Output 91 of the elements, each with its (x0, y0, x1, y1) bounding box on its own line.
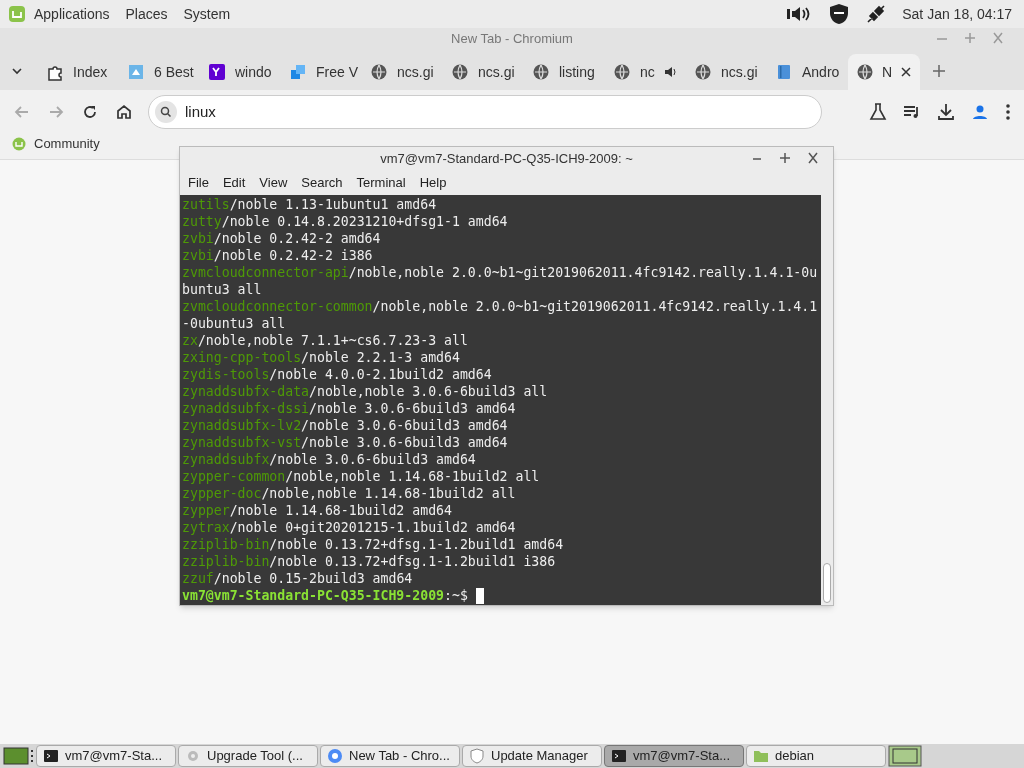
search-icon (155, 101, 177, 123)
browser-tab[interactable]: windo (200, 54, 281, 90)
browser-tab[interactable]: Andro (767, 54, 848, 90)
terminal-line: zvbi/noble 0.2.42-2 i386 (182, 247, 374, 264)
prompt-user-host: vm7@vm7-Standard-PC-Q35-ICH9-2009 (182, 587, 444, 604)
network-plug-icon[interactable] (866, 4, 887, 24)
panel-menu[interactable]: Applications (34, 3, 110, 25)
terminal-line: zynaddsubfx-vst/noble 3.0.6-6build3 amd64 (182, 434, 509, 451)
panel-menu[interactable]: Places (125, 3, 168, 25)
picture-icon (127, 63, 145, 81)
cubes-icon (289, 63, 307, 81)
shield-icon (469, 748, 485, 764)
taskbar-button[interactable]: debian (746, 745, 886, 767)
menu-item[interactable]: Terminal (350, 173, 412, 193)
globe-icon (370, 63, 388, 81)
terminal-icon (43, 748, 59, 764)
globe-icon (532, 63, 550, 81)
terminal-line: zutils/noble 1.13-1ubuntu1 amd64 (182, 196, 438, 213)
terminal-line: zzuf/noble 0.15-2build3 amd64 (182, 570, 414, 587)
globe-icon (694, 63, 712, 81)
terminal-line: zynaddsubfx-lv2/noble 3.0.6-6build3 amd64 (182, 417, 509, 434)
browser-tab[interactable]: ncs.gi (686, 54, 767, 90)
panel-menu[interactable]: System (183, 3, 231, 25)
browser-icon (327, 748, 343, 764)
folder-icon (753, 748, 769, 764)
terminal-line: zziplib-bin/noble 0.13.72+dfsg.1-1.2build1 amd64 (182, 536, 565, 553)
browser-tab[interactable]: ncs.gi (362, 54, 443, 90)
terminal-title: vm7@vm7-Standard-PC-Q35-ICH9-2009: ~ (380, 150, 633, 169)
menu-item[interactable]: Search (295, 173, 349, 193)
terminal-line: buntu3 all (182, 281, 263, 298)
terminal-line: zutty/noble 0.14.8.20231210+dfsg1-1 amd64 (182, 213, 509, 230)
terminal-line: zziplib-bin/noble 0.13.72+dfsg.1-1.2build1 i386 (182, 553, 557, 570)
shield-icon[interactable] (828, 3, 851, 25)
home-icon[interactable] (114, 102, 134, 122)
menu-item[interactable]: Edit (216, 173, 252, 193)
close-icon[interactable] (900, 66, 913, 78)
tab-search-icon[interactable] (10, 66, 24, 76)
taskbar-button[interactable]: vm7@vm7-Sta... (36, 745, 176, 767)
address-text: linux (185, 101, 216, 122)
terminal-line: -0ubuntu3 all (182, 315, 287, 332)
menu-icon[interactable] (1004, 102, 1012, 122)
menu-item[interactable]: Help (413, 173, 453, 193)
terminal-line: zypper/noble 1.14.68-1build2 amd64 (182, 502, 453, 519)
gear-icon (185, 748, 201, 764)
speaker-icon[interactable] (663, 65, 678, 79)
bookmark[interactable]: Community (12, 134, 100, 154)
browser-tab[interactable]: 6 Best (119, 54, 200, 90)
text-cursor (475, 587, 484, 604)
globe-icon (613, 63, 631, 81)
taskbar-button[interactable]: New Tab - Chro... (320, 745, 460, 767)
terminal-line: zytrax/noble 0+git20201215-1.1build2 amd64 (182, 519, 517, 536)
browser-tab[interactable]: Index (38, 54, 119, 90)
scrollbar[interactable] (821, 195, 833, 605)
terminal-line: zvmcloudconnector-api/noble,noble 2.0.0~b1~git2019062011.4fc9142.really.1.4.1-0u (182, 264, 819, 281)
address-bar[interactable]: linux (148, 95, 822, 129)
maximize-icon[interactable] (779, 151, 791, 165)
clock[interactable]: Sat Jan 18, 04:17 (902, 3, 1016, 25)
browser-tab[interactable]: Free V (281, 54, 362, 90)
book-icon (775, 63, 793, 81)
browser-tab[interactable]: ncs.gi (443, 54, 524, 90)
globe-icon (451, 63, 469, 81)
terminal-line: zynaddsubfx-dssi/noble 3.0.6-6build3 amd64 (182, 400, 517, 417)
menu-item[interactable]: File (182, 173, 215, 193)
taskbar-button[interactable]: vm7@vm7-Sta... (604, 745, 744, 767)
show-desktop-icon[interactable] (2, 746, 34, 766)
globe-icon (856, 63, 874, 81)
terminal-line: zydis-tools/noble 4.0.0-2.1build2 amd64 (182, 366, 493, 383)
terminal-line: zxing-cpp-tools/noble 2.2.1-3 amd64 (182, 349, 461, 366)
taskbar-button[interactable]: Upgrade Tool (... (178, 745, 318, 767)
browser-tab[interactable]: nc (605, 54, 686, 90)
puzzle-icon (46, 63, 64, 81)
terminal-icon (611, 748, 627, 764)
download-icon[interactable] (936, 102, 956, 122)
menu-item[interactable]: View (253, 173, 294, 193)
terminal-line: zynaddsubfx-data/noble,noble 3.0.6-6build3 all (182, 383, 549, 400)
terminal-line: zypper-common/noble,noble 1.14.68-1build2 all (182, 468, 541, 485)
terminal-line: zvmcloudconnector-common/noble,noble 2.0.0~b1~git2019062011.4fc9142.really.1.4.1 (182, 298, 819, 315)
y-logo-icon (208, 63, 226, 81)
prompt-path: :~$ (444, 587, 468, 604)
mint-logo-icon (12, 137, 26, 151)
new-tab-icon[interactable] (932, 64, 946, 78)
browser-tab[interactable]: N (848, 54, 920, 90)
browser-tab[interactable]: listing (524, 54, 605, 90)
flask-icon[interactable] (868, 102, 888, 122)
close-icon[interactable] (807, 151, 819, 165)
terminal-line: zynaddsubfx/noble 3.0.6-6build3 amd64 (182, 451, 477, 468)
terminal-line: zypper-doc/noble,noble 1.14.68-1build2 all (182, 485, 517, 502)
window-title: New Tab - Chromium (451, 30, 573, 49)
terminal-line: zvbi/noble 0.2.42-2 amd64 (182, 230, 382, 247)
taskbar-button[interactable]: Update Manager (462, 745, 602, 767)
terminal-line: zx/noble,noble 7.1.1+~cs6.7.23-3 all (182, 332, 469, 349)
